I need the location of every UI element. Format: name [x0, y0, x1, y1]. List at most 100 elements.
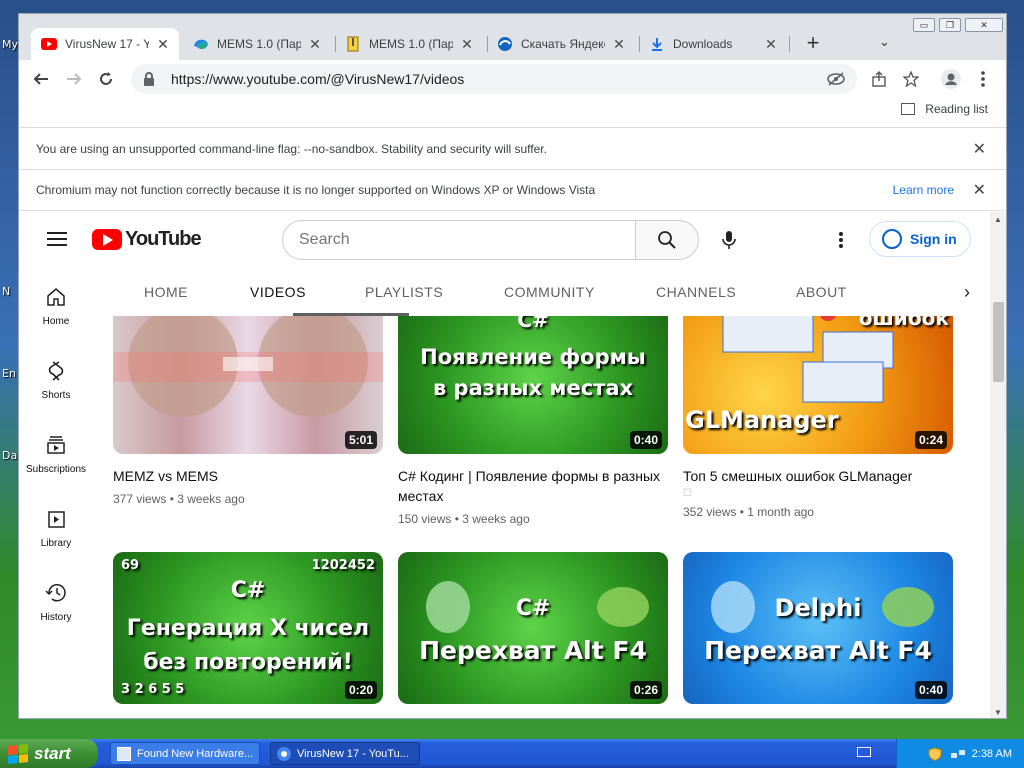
kebab-menu-icon [981, 71, 985, 87]
scrollbar-thumb[interactable] [993, 302, 1004, 382]
search-icon [658, 231, 676, 249]
tab-label: VirusNew 17 - YouTube [65, 37, 149, 51]
thumbnail-tag: Delphi [774, 594, 862, 622]
forward-button[interactable] [62, 67, 86, 91]
close-icon[interactable]: ✕ [459, 36, 475, 53]
profile-button[interactable] [939, 67, 963, 91]
share-icon [872, 71, 886, 87]
video-card[interactable]: 69 1202452 C# Генерация X чисел без повт… [113, 552, 383, 704]
tab-community[interactable]: COMMUNITY [504, 284, 595, 300]
infobar-sandbox: You are using an unsupported command-lin… [19, 129, 1006, 170]
thumbnail-corner-right: 1202452 [311, 558, 375, 573]
start-button[interactable]: start [0, 739, 98, 768]
video-card[interactable]: C# Появление формы в разных местах 0:40 … [398, 316, 668, 526]
learn-more-link[interactable]: Learn more [893, 183, 954, 197]
sidebar-item-label: Subscriptions [25, 464, 87, 475]
search-button[interactable] [635, 220, 699, 260]
video-thumbnail[interactable]: 5:01 [113, 316, 383, 454]
tab-search-button[interactable]: ⌄ [879, 34, 890, 50]
microphone-icon [722, 231, 736, 249]
menu-button[interactable] [971, 67, 995, 91]
scroll-up-arrow-icon[interactable]: ▲ [994, 215, 1002, 224]
video-grid: 5:01 MEMZ vs MEMS 377 views • 3 weeks ag… [93, 316, 990, 718]
minimize-button[interactable]: ▭ [913, 18, 935, 32]
youtube-sidebar: Home Shorts Subscriptions Library Histor… [19, 268, 93, 718]
youtube-logo[interactable]: YouTube [92, 228, 202, 251]
tab-yandex[interactable]: Скачать Яндекс Д ✕ [487, 28, 635, 60]
reading-list-button[interactable]: Reading list [901, 102, 988, 116]
network-icon[interactable] [950, 747, 965, 761]
taskbar-item-hardware[interactable]: Found New Hardware... [110, 742, 260, 765]
close-icon[interactable]: ✕ [155, 36, 171, 53]
desktop-icon-label[interactable]: N [2, 285, 10, 298]
toolbar: https://www.youtube.com/@VirusNew17/vide… [19, 60, 1006, 98]
sidebar-item-subscriptions[interactable]: Subscriptions [19, 434, 93, 475]
video-duration: 0:24 [914, 431, 947, 449]
taskbar-item-chromium[interactable]: VirusNew 17 - YouTu... [270, 742, 420, 765]
video-card[interactable]: Delphi Перехват Alt F4 0:40 [683, 552, 953, 704]
video-card[interactable]: 5:01 MEMZ vs MEMS 377 views • 3 weeks ag… [113, 316, 383, 506]
desktop-icon-label[interactable]: My [2, 38, 18, 51]
sidebar-item-home[interactable]: Home [19, 286, 93, 327]
tab-downloads[interactable]: Downloads ✕ [639, 28, 787, 60]
tab-about[interactable]: ABOUT [796, 284, 847, 300]
settings-menu-icon[interactable] [831, 230, 851, 250]
tab-mems-2[interactable]: MEMS 1.0 (Пароль ✕ [335, 28, 483, 60]
eye-slash-icon[interactable] [827, 70, 845, 88]
sidebar-item-shorts[interactable]: Shorts [19, 360, 93, 401]
bookmark-star-button[interactable] [899, 67, 923, 91]
page-scrollbar[interactable]: ▲ ▼ [990, 212, 1006, 718]
video-thumbnail[interactable]: Delphi Перехват Alt F4 0:40 [683, 552, 953, 704]
tab-home[interactable]: HOME [144, 284, 188, 300]
lock-icon[interactable] [143, 72, 157, 86]
share-button[interactable] [867, 67, 891, 91]
voice-search-button[interactable] [709, 220, 749, 260]
desktop-icon-label[interactable]: En [2, 367, 16, 380]
sidebar-item-history[interactable]: History [19, 582, 93, 623]
tab-youtube[interactable]: VirusNew 17 - YouTube ✕ [31, 28, 179, 60]
sign-in-button[interactable]: Sign in [869, 221, 971, 257]
hamburger-menu-icon[interactable] [47, 232, 67, 246]
tab-label: MEMS 1.0 (Пароль [217, 37, 301, 51]
tab-playlists[interactable]: PLAYLISTS [365, 284, 443, 300]
video-thumbnail[interactable]: C# Появление формы в разных местах 0:40 [398, 316, 668, 454]
tab-channels[interactable]: CHANNELS [656, 284, 736, 300]
close-icon[interactable]: ✕ [763, 36, 779, 53]
reload-icon [100, 72, 112, 85]
video-title[interactable]: MEMZ vs MEMS [113, 466, 383, 486]
video-duration: 5:01 [344, 431, 377, 449]
close-icon[interactable]: ✕ [307, 36, 323, 53]
video-thumbnail[interactable]: C# Перехват Alt F4 0:26 [398, 552, 668, 704]
video-title[interactable]: C# Кодинг | Появление формы в разных мес… [398, 466, 668, 506]
video-thumbnail[interactable]: ошибок GLManager 0:24 [683, 316, 953, 454]
close-icon[interactable]: ✕ [973, 139, 986, 159]
address-bar[interactable]: https://www.youtube.com/@VirusNew17/vide… [131, 64, 857, 94]
tab-videos[interactable]: VIDEOS [250, 284, 306, 300]
scroll-down-arrow-icon[interactable]: ▼ [994, 708, 1002, 717]
clock[interactable]: 2:38 AM [972, 748, 1012, 760]
close-icon[interactable]: ✕ [611, 36, 627, 53]
chevron-right-icon[interactable]: › [964, 282, 970, 303]
security-shield-icon[interactable] [928, 746, 942, 761]
keyboard-icon[interactable] [857, 747, 871, 757]
desktop-icon-label[interactable]: Da [2, 449, 17, 462]
video-thumbnail[interactable]: 69 1202452 C# Генерация X чисел без повт… [113, 552, 383, 704]
tab-mems-1[interactable]: MEMS 1.0 (Пароль ✕ [183, 28, 331, 60]
search-input[interactable]: Search [282, 220, 636, 260]
restore-button[interactable]: ❐ [939, 18, 961, 32]
tab-separator [335, 36, 336, 52]
video-meta: 377 views • 3 weeks ago [113, 492, 245, 506]
new-tab-button[interactable]: + [800, 32, 826, 54]
video-card[interactable]: C# Перехват Alt F4 0:26 [398, 552, 668, 704]
back-button[interactable] [29, 67, 53, 91]
close-window-button[interactable]: ✕ [965, 18, 1003, 32]
video-duration: 0:20 [344, 681, 377, 699]
tab-separator [487, 36, 488, 52]
archive-icon [345, 36, 361, 52]
video-title[interactable]: Топ 5 смешных ошибок GLManager [683, 466, 953, 486]
sidebar-item-library[interactable]: Library [19, 508, 93, 549]
url-text[interactable]: https://www.youtube.com/@VirusNew17/vide… [171, 71, 464, 87]
close-icon[interactable]: ✕ [973, 180, 986, 200]
reload-button[interactable] [94, 67, 118, 91]
video-card[interactable]: ошибок GLManager 0:24 Топ 5 смешных ошиб… [683, 316, 953, 519]
